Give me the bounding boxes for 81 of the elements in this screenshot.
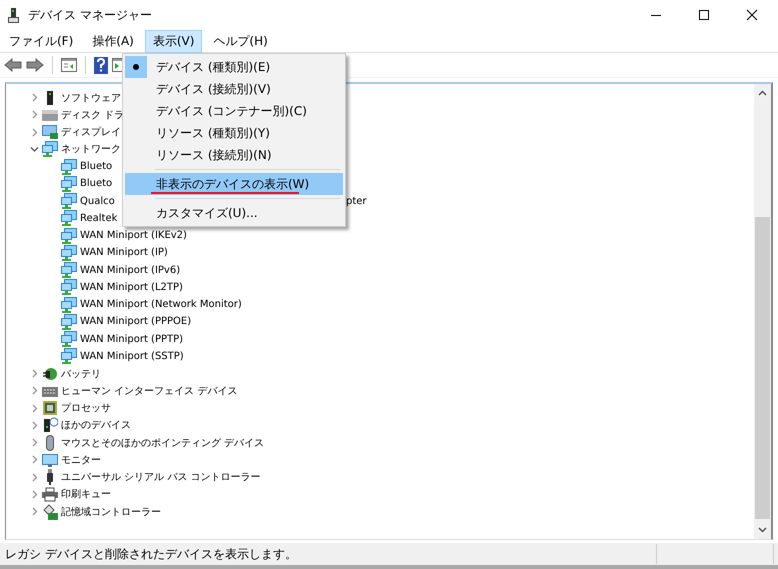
tree-item[interactable]: Realtek <box>80 212 118 224</box>
scrollbar-thumb[interactable] <box>755 217 770 519</box>
tree-item[interactable]: WAN Miniport (IKEv2) <box>80 230 187 242</box>
tree-item[interactable]: Qualco <box>80 196 115 207</box>
tree-item[interactable]: Blueto <box>80 161 112 172</box>
tree-item[interactable]: モニター <box>61 452 101 467</box>
tree-item[interactable]: プロセッサ <box>61 401 111 416</box>
back-arrow-icon[interactable] <box>4 58 22 72</box>
unknown-device-icon <box>42 417 58 434</box>
window-title: デバイス マネージャー <box>28 6 152 24</box>
expand-chevron-icon[interactable] <box>30 369 39 378</box>
network-adapter-icon <box>42 141 58 158</box>
menu-item[interactable]: デバイス (種類別)(E) <box>125 56 343 78</box>
network-adapter-icon <box>61 176 77 192</box>
menu-item[interactable]: カスタマイズ(U)... <box>125 202 343 224</box>
menu-item[interactable]: デバイス (コンテナー別)(C) <box>125 100 343 122</box>
tree-item[interactable]: ほかのデバイス <box>61 418 131 432</box>
help-icon[interactable] <box>94 56 108 74</box>
expand-chevron-icon[interactable] <box>30 128 39 137</box>
menu-item[interactable]: 非表示のデバイスの表示(W) <box>125 173 343 195</box>
scroll-down-icon[interactable] <box>758 527 767 533</box>
forward-arrow-icon[interactable] <box>26 58 44 72</box>
monitor-icon <box>42 452 58 468</box>
tree-item[interactable]: WAN Miniport (L2TP) <box>80 282 183 293</box>
expand-chevron-icon[interactable] <box>30 386 39 396</box>
expand-chevron-icon[interactable] <box>30 438 39 448</box>
network-adapter-icon <box>61 331 77 348</box>
expand-chevron-icon[interactable] <box>30 472 39 482</box>
tree-item[interactable]: 印刷キュー <box>61 487 111 502</box>
panel-icon[interactable] <box>112 58 122 72</box>
tree-item[interactable]: 記憶域コントローラー <box>61 504 161 519</box>
network-adapter-icon <box>61 314 77 330</box>
tree-item[interactable]: マウスとそのほかのポインティング デバイス <box>61 436 264 450</box>
tree-item[interactable]: WAN Miniport (Network Monitor) <box>80 299 242 310</box>
tree-item[interactable]: ヒューマン インターフェイス デバイス <box>61 384 238 398</box>
expand-chevron-icon[interactable] <box>30 455 39 464</box>
tree-item[interactable]: ディスク ドラ <box>61 108 124 122</box>
menu-item[interactable]: 操作(A) <box>84 30 142 52</box>
tree-item[interactable]: バッテリ <box>61 366 101 381</box>
battery-plug-icon <box>42 366 58 382</box>
network-adapter-icon <box>61 348 77 364</box>
tree-item[interactable]: WAN Miniport (PPPOE) <box>80 316 192 328</box>
printer-icon <box>42 486 58 502</box>
menu-item[interactable]: ファイル(F) <box>1 30 82 52</box>
expand-chevron-icon[interactable] <box>30 420 39 430</box>
expand-chevron-icon[interactable] <box>30 93 39 102</box>
chip-icon <box>42 400 58 416</box>
storage-controller-icon <box>42 504 58 520</box>
network-adapter-icon <box>61 193 77 210</box>
menu-item[interactable]: リソース (種類別)(Y) <box>125 122 343 144</box>
menu-item[interactable]: リソース (接続別)(N) <box>125 144 343 166</box>
tree-item[interactable]: WAN Miniport (PPTP) <box>80 334 184 345</box>
expand-chevron-icon[interactable] <box>30 507 39 516</box>
network-adapter-icon <box>61 296 77 313</box>
app-icon <box>8 8 19 22</box>
tree-item[interactable]: ソフトウェア <box>61 90 121 105</box>
tree-item[interactable]: WAN Miniport (SSTP) <box>80 350 184 362</box>
tree-item[interactable]: WAN Miniport (IPv6) <box>80 264 180 276</box>
network-adapter-icon <box>61 228 77 244</box>
scroll-up-icon[interactable] <box>758 90 767 96</box>
network-adapter-icon <box>61 279 77 296</box>
expand-chevron-icon[interactable] <box>30 110 39 120</box>
expand-chevron-icon[interactable] <box>30 490 39 499</box>
panel-icon[interactable] <box>61 58 77 72</box>
expand-chevron-icon[interactable] <box>30 404 39 413</box>
tree-item[interactable]: ユニバーサル シリアル バス コントローラー <box>61 470 261 484</box>
menu-item[interactable]: ヘルプ(H) <box>205 30 276 52</box>
status-text: レガシ デバイスと削除されたデバイスを表示します。 <box>5 546 297 562</box>
network-adapter-icon <box>61 158 77 175</box>
tree-item[interactable]: ネットワーク <box>61 142 121 156</box>
network-adapter-icon <box>61 262 77 278</box>
display-card-icon <box>42 124 58 140</box>
tree-item[interactable]: Blueto <box>80 178 112 190</box>
menu-item[interactable]: デバイス (接続別)(V) <box>125 78 343 100</box>
menu-item[interactable]: 表示(V) <box>144 30 202 52</box>
tree-item[interactable]: ディスプレイ <box>61 125 121 140</box>
tree-item[interactable]: WAN Miniport (IP) <box>80 247 168 258</box>
collapse-chevron-icon[interactable] <box>30 144 39 154</box>
network-adapter-icon <box>61 210 77 226</box>
tree-item-text: pter <box>346 196 367 207</box>
network-adapter-icon <box>61 244 77 261</box>
